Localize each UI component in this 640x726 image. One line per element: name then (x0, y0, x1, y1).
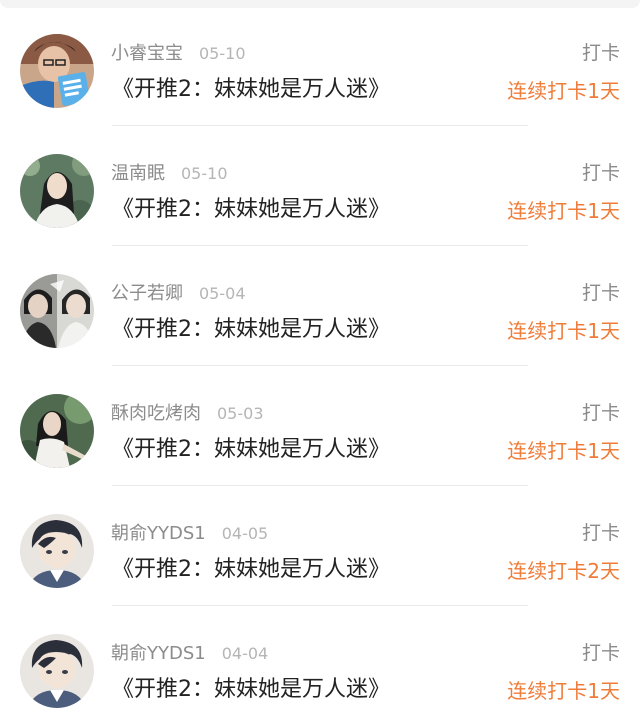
post-date: 05-10 (181, 164, 228, 183)
name-line: 朝俞YYDS1 04-04 (111, 642, 268, 666)
book-title[interactable]: 《开推2：妹妹她是万人迷》 (112, 314, 390, 346)
avatar[interactable] (20, 394, 94, 468)
username[interactable]: 温南眠 (111, 163, 165, 184)
username[interactable]: 朝俞YYDS1 (111, 643, 206, 664)
streak-badge: 连续打卡1天 (507, 319, 620, 343)
checkin-label: 打卡 (581, 402, 620, 424)
post-date: 05-03 (217, 404, 264, 423)
book-title[interactable]: 《开推2：妹妹她是万人迷》 (112, 194, 390, 226)
post-date: 04-04 (221, 644, 269, 663)
list-item[interactable]: 公子若卿 05-04 《开推2：妹妹她是万人迷》 打卡 连续打卡1天 (0, 246, 640, 366)
list-item[interactable]: 酥肉吃烤肉 05-03 《开推2：妹妹她是万人迷》 打卡 连续打卡1天 (0, 366, 640, 486)
avatar[interactable] (20, 634, 94, 708)
avatar[interactable] (20, 514, 94, 588)
checkin-label: 打卡 (581, 522, 620, 544)
avatar[interactable] (20, 34, 94, 108)
book-title[interactable]: 《开推2：妹妹她是万人迷》 (112, 554, 390, 586)
avatar[interactable] (20, 154, 94, 228)
name-line: 小睿宝宝 05-10 (111, 42, 246, 66)
post-date: 04-05 (221, 524, 269, 543)
post-date: 05-10 (199, 44, 246, 63)
list-item[interactable]: 朝俞YYDS1 04-04 《开推2：妹妹她是万人迷》 打卡 连续打卡1天 (0, 606, 640, 726)
streak-badge: 连续打卡1天 (507, 199, 620, 223)
username[interactable]: 公子若卿 (111, 283, 183, 304)
book-title[interactable]: 《开推2：妹妹她是万人迷》 (112, 74, 390, 106)
checkin-label: 打卡 (581, 642, 620, 664)
username[interactable]: 小睿宝宝 (111, 43, 183, 64)
list-item[interactable]: 小睿宝宝 05-10 《开推2：妹妹她是万人迷》 打卡 连续打卡1天 (0, 6, 640, 126)
username[interactable]: 酥肉吃烤肉 (111, 403, 201, 424)
book-title[interactable]: 《开推2：妹妹她是万人迷》 (112, 674, 390, 706)
avatar[interactable] (20, 274, 94, 348)
post-date: 05-04 (199, 284, 246, 303)
checkin-label: 打卡 (581, 282, 620, 304)
checkin-label: 打卡 (581, 162, 620, 184)
list-item[interactable]: 温南眠 05-10 《开推2：妹妹她是万人迷》 打卡 连续打卡1天 (0, 126, 640, 246)
list-item[interactable]: 朝俞YYDS1 04-05 《开推2：妹妹她是万人迷》 打卡 连续打卡2天 (0, 486, 640, 606)
streak-badge: 连续打卡1天 (507, 439, 620, 463)
username[interactable]: 朝俞YYDS1 (111, 523, 206, 544)
name-line: 温南眠 05-10 (111, 162, 228, 186)
checkin-label: 打卡 (581, 42, 620, 64)
book-title[interactable]: 《开推2：妹妹她是万人迷》 (112, 434, 390, 466)
name-line: 酥肉吃烤肉 05-03 (111, 402, 264, 426)
streak-badge: 连续打卡1天 (507, 679, 620, 703)
name-line: 公子若卿 05-04 (111, 282, 246, 306)
streak-badge: 连续打卡2天 (507, 559, 620, 583)
streak-badge: 连续打卡1天 (507, 79, 620, 103)
name-line: 朝俞YYDS1 04-05 (111, 522, 268, 546)
